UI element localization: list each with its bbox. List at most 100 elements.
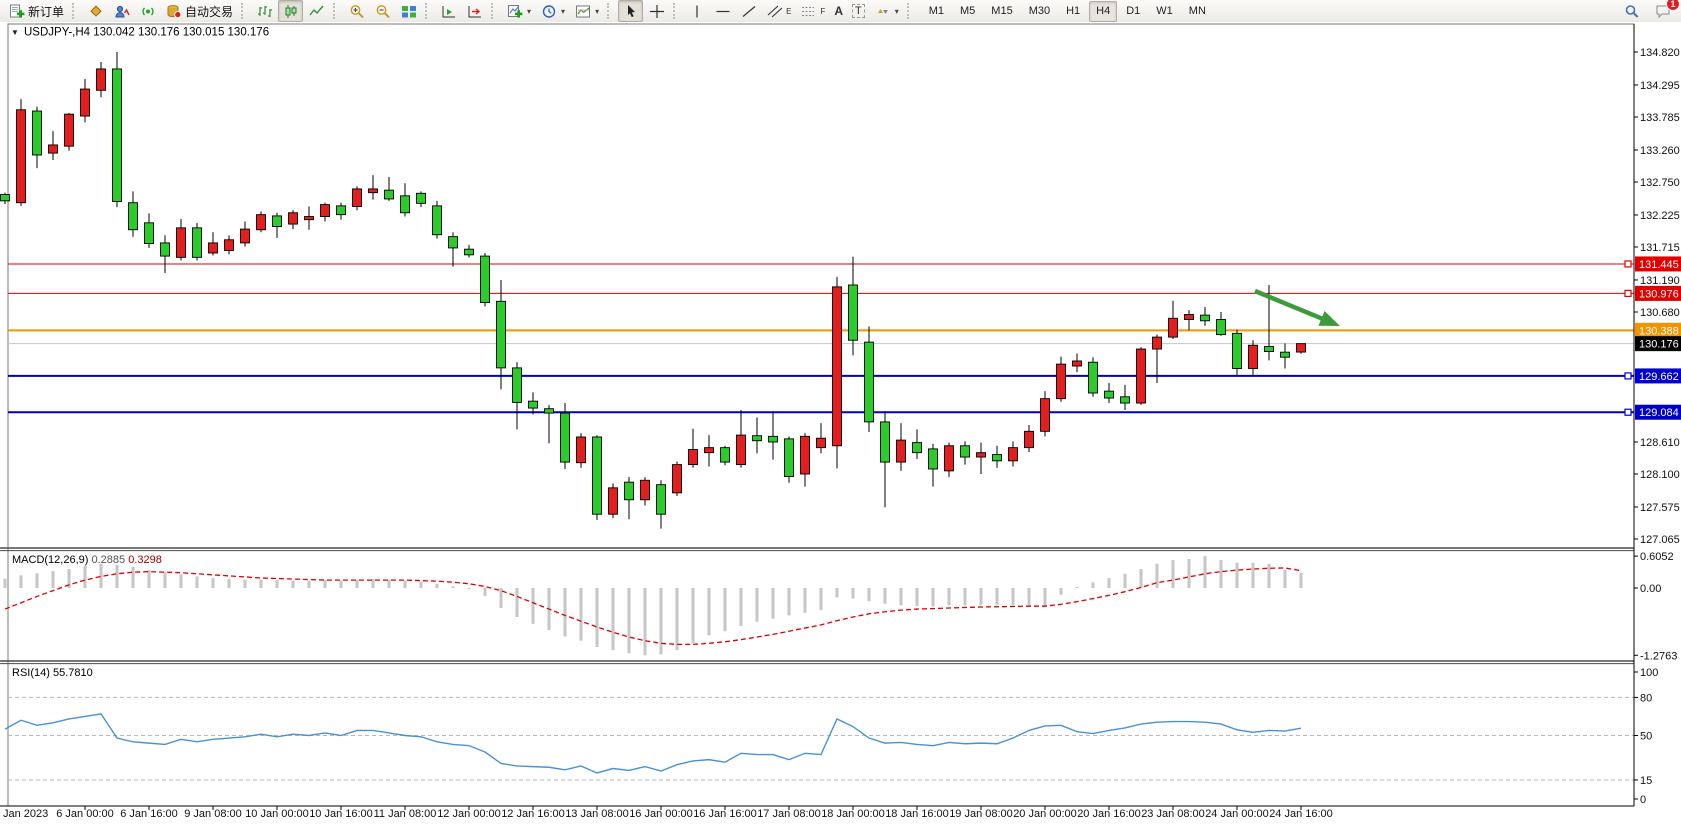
fibonacci-tool[interactable]: F: [796, 0, 829, 22]
chart-canvas[interactable]: 134.820134.295133.785133.260132.750132.2…: [0, 22, 1681, 829]
chat-button[interactable]: 1: [1650, 0, 1675, 22]
symbol-dropdown-icon[interactable]: ▼: [11, 28, 19, 37]
vertical-line-icon: [688, 3, 705, 19]
candle: [497, 301, 506, 368]
price-axis-gutter[interactable]: [1635, 22, 1681, 829]
candle: [1297, 344, 1306, 352]
vertical-line-tool[interactable]: [684, 0, 709, 22]
candle: [401, 196, 410, 213]
search-button[interactable]: [1619, 0, 1644, 22]
indicators-button[interactable]: ▾: [502, 0, 535, 22]
templates-button[interactable]: ▾: [570, 0, 603, 22]
macd-bar: [276, 580, 279, 588]
chat-badge: 1: [1666, 0, 1680, 11]
macd-bar: [532, 588, 535, 624]
hline-handle[interactable]: [1625, 373, 1631, 379]
arrows-tool[interactable]: ▾: [870, 0, 903, 22]
tile-windows-button[interactable]: [396, 0, 421, 22]
text-label-tool[interactable]: T: [848, 0, 869, 22]
zoom-in-button[interactable]: [344, 0, 369, 22]
candle: [449, 237, 458, 248]
price-tag-label: 131.445: [1639, 259, 1679, 271]
candle: [817, 438, 826, 447]
candle: [593, 437, 602, 514]
price-tick-label: 133.785: [1640, 112, 1680, 124]
new-order-button[interactable]: 新订单: [4, 0, 68, 22]
hline-handle[interactable]: [1625, 290, 1631, 296]
signals-button[interactable]: [135, 0, 160, 22]
timeframe-m30[interactable]: M30: [1022, 1, 1057, 22]
timeframe-d1[interactable]: D1: [1119, 1, 1147, 22]
trendline-tool[interactable]: [736, 0, 761, 22]
candle: [241, 229, 250, 243]
line-chart-button[interactable]: [304, 0, 329, 22]
macd-bar: [916, 588, 919, 606]
macd-bar: [212, 578, 215, 588]
candle: [913, 443, 922, 453]
timeframe-m5[interactable]: M5: [953, 1, 982, 22]
macd-bar: [1204, 556, 1207, 588]
rsi-axis-label: 100: [1640, 667, 1658, 679]
time-label: 16 Jan 00:00: [629, 808, 693, 820]
candle: [321, 205, 330, 217]
price-tick-label: 127.575: [1640, 502, 1680, 514]
candle: [1025, 431, 1034, 447]
rsi-axis-label: 0: [1640, 794, 1646, 806]
candle: [433, 206, 442, 235]
time-label: 10 Jan 16:00: [309, 808, 373, 820]
candle: [833, 287, 842, 446]
macd-bar: [932, 588, 935, 606]
candle: [481, 256, 490, 302]
price-tick-label: 133.260: [1640, 145, 1680, 157]
channel-tool[interactable]: E: [762, 0, 795, 22]
bar-chart-button[interactable]: [252, 0, 277, 22]
crosshair-tool-button[interactable]: [644, 0, 669, 22]
rsi-axis-label: 80: [1640, 692, 1652, 704]
candle: [81, 89, 90, 116]
candle: [689, 450, 698, 465]
macd-bar: [740, 588, 743, 626]
hline-handle[interactable]: [1625, 261, 1631, 267]
candle: [529, 401, 538, 408]
auto-trading-button[interactable]: 自动交易: [161, 0, 237, 22]
timeframe-m15[interactable]: M15: [984, 1, 1019, 22]
zoom-out-button[interactable]: [370, 0, 395, 22]
macd-bar: [404, 581, 407, 588]
horizontal-line-tool[interactable]: [710, 0, 735, 22]
auto-scroll-button[interactable]: [436, 0, 461, 22]
text-tool[interactable]: A: [830, 0, 847, 22]
price-tick-label: 128.100: [1640, 469, 1680, 481]
new-order-label: 新订单: [28, 3, 64, 20]
candlestick-chart-icon: [282, 3, 299, 19]
price-tick-label: 131.715: [1640, 242, 1680, 254]
candle: [577, 437, 586, 463]
candlestick-chart-button[interactable]: [278, 0, 303, 22]
market-watch-button[interactable]: [109, 0, 134, 22]
candle: [561, 413, 570, 462]
timeframe-mn[interactable]: MN: [1182, 1, 1213, 22]
macd-bar: [1252, 563, 1255, 588]
chart-shift-button[interactable]: [462, 0, 487, 22]
price-tag-label: 129.084: [1639, 407, 1679, 419]
hline-handle[interactable]: [1625, 409, 1631, 415]
candle: [417, 193, 426, 203]
dropdown-caret: ▾: [561, 7, 565, 16]
candle: [625, 482, 634, 500]
symbols-button[interactable]: [83, 0, 108, 22]
candle: [1009, 448, 1018, 461]
timeframe-w1[interactable]: W1: [1149, 1, 1180, 22]
candle: [1105, 391, 1114, 398]
macd-bar: [1284, 570, 1287, 588]
macd-bar: [1140, 569, 1143, 588]
candle: [65, 114, 74, 146]
fibonacci-icon: [800, 3, 817, 19]
timeframe-h1[interactable]: H1: [1059, 1, 1087, 22]
macd-bar: [484, 588, 487, 596]
macd-bar: [84, 566, 87, 588]
macd-bar: [468, 588, 471, 589]
timeframe-h4[interactable]: H4: [1089, 1, 1117, 22]
timeframe-m1[interactable]: M1: [922, 1, 951, 22]
candle: [753, 436, 762, 441]
periods-button[interactable]: ▾: [536, 0, 569, 22]
cursor-tool-button[interactable]: [618, 0, 643, 22]
